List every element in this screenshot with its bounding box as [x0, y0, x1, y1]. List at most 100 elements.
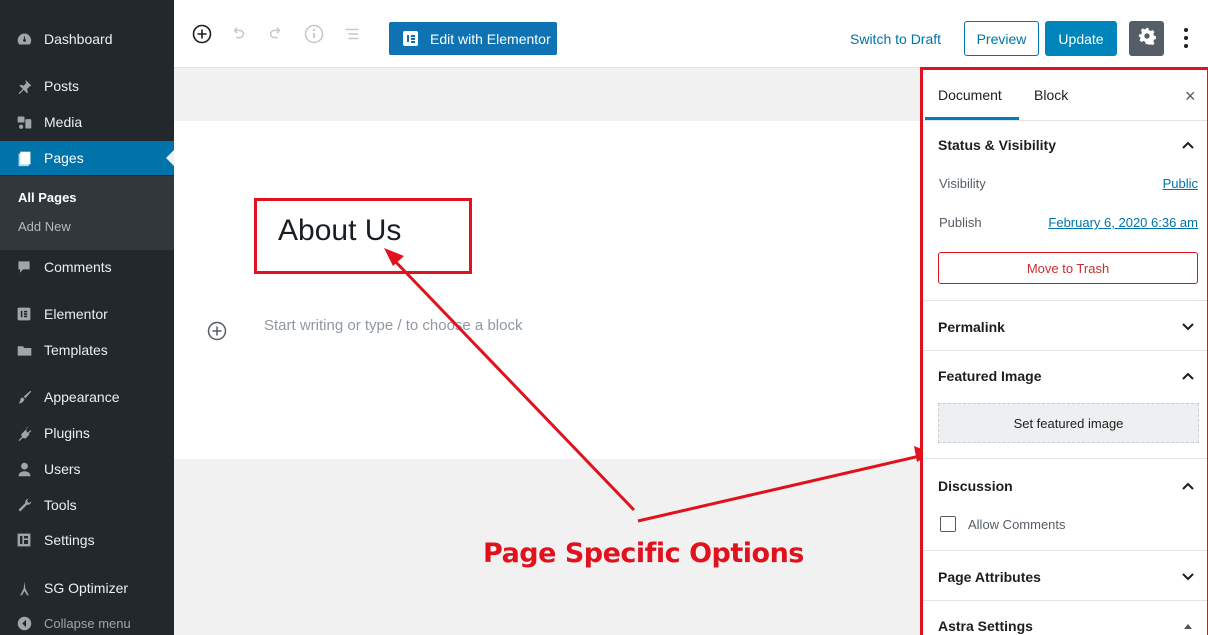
sidebar-item-settings[interactable]: Settings — [0, 523, 174, 557]
chevron-down-icon[interactable] — [1181, 320, 1195, 334]
submenu-add-new[interactable]: Add New — [18, 219, 71, 234]
sidebar-item-label: Pages — [44, 150, 84, 166]
divider — [923, 458, 1208, 459]
close-icon[interactable]: × — [1185, 86, 1196, 107]
status-visibility-title[interactable]: Status & Visibility — [938, 137, 1056, 153]
add-block-icon[interactable] — [192, 24, 212, 44]
sidebar-item-sg-optimizer[interactable]: SG Optimizer — [0, 571, 174, 605]
sidebar-item-comments[interactable]: Comments — [0, 250, 174, 284]
collapse-menu-label: Collapse menu — [44, 615, 131, 631]
sidebar-item-label: Dashboard — [44, 31, 113, 47]
sidebar-item-label: Comments — [44, 259, 112, 275]
collapse-menu-button[interactable]: Collapse menu — [0, 606, 174, 635]
set-featured-image-button[interactable]: Set featured image — [938, 403, 1199, 443]
move-to-trash-label: Move to Trash — [1026, 260, 1110, 276]
preview-button[interactable]: Preview — [964, 21, 1039, 56]
sidebar-item-appearance[interactable]: Appearance — [0, 380, 174, 414]
paintbrush-icon — [14, 387, 34, 407]
pin-icon — [14, 76, 34, 96]
media-icon — [14, 112, 34, 132]
visibility-link[interactable]: Public — [1163, 176, 1198, 191]
submenu-all-pages[interactable]: All Pages — [18, 190, 77, 205]
comment-icon — [14, 257, 34, 277]
pages-submenu: All Pages Add New — [0, 176, 174, 250]
allow-comments-label: Allow Comments — [968, 517, 1066, 532]
sidebar-item-label: Appearance — [44, 389, 120, 405]
discussion-title[interactable]: Discussion — [938, 478, 1013, 494]
sidebar-item-templates[interactable]: Templates — [0, 333, 174, 367]
update-button[interactable]: Update — [1045, 21, 1117, 56]
tab-block[interactable]: Block — [1034, 87, 1068, 103]
sidebar-item-users[interactable]: Users — [0, 452, 174, 486]
info-icon[interactable] — [304, 24, 324, 44]
edit-with-elementor-button[interactable]: Edit with Elementor — [389, 22, 557, 55]
users-icon — [14, 459, 34, 479]
sidebar-item-label: Templates — [44, 342, 108, 358]
elementor-logo-icon — [403, 31, 418, 46]
edit-with-elementor-label: Edit with Elementor — [430, 30, 551, 47]
astra-settings-title[interactable]: Astra Settings — [938, 618, 1033, 634]
chevron-down-icon[interactable] — [1181, 570, 1195, 584]
sidebar-item-plugins[interactable]: Plugins — [0, 416, 174, 450]
settings-icon — [14, 530, 34, 550]
visibility-label: Visibility — [939, 176, 986, 191]
pages-icon — [14, 148, 34, 168]
publish-label: Publish — [939, 215, 982, 230]
sidebar-item-elementor[interactable]: Elementor — [0, 297, 174, 331]
annotation-label: Page Specific Options — [483, 538, 804, 569]
admin-sidebar: Dashboard Posts Media Pages All Pages Ad… — [0, 0, 174, 635]
document-settings-panel: Document Block × Status & Visibility Vis… — [923, 70, 1208, 635]
set-featured-image-label: Set featured image — [1013, 415, 1124, 431]
tab-document[interactable]: Document — [938, 87, 1002, 103]
redo-icon[interactable] — [266, 24, 286, 44]
featured-image-title[interactable]: Featured Image — [938, 368, 1041, 384]
add-block-inline-icon[interactable] — [206, 320, 228, 342]
chevron-up-icon[interactable] — [1181, 479, 1195, 493]
editor-toolbar: Edit with Elementor Switch to Draft Prev… — [174, 0, 1208, 68]
sidebar-item-dashboard[interactable]: Dashboard — [0, 22, 174, 56]
update-label: Update — [1058, 30, 1104, 47]
preview-label: Preview — [976, 30, 1027, 47]
chevron-up-icon[interactable] — [1181, 369, 1195, 383]
gear-icon — [1138, 27, 1156, 50]
more-options-icon[interactable] — [1178, 25, 1194, 51]
sidebar-item-label: Settings — [44, 532, 95, 548]
folder-icon — [14, 340, 34, 360]
plug-icon — [14, 423, 34, 443]
divider — [923, 550, 1208, 551]
move-to-trash-button[interactable]: Move to Trash — [938, 252, 1198, 284]
sidebar-item-posts[interactable]: Posts — [0, 69, 174, 103]
editor-canvas-header — [174, 68, 920, 121]
caret-up-icon[interactable] — [1181, 619, 1195, 633]
sidebar-item-label: Media — [44, 114, 83, 130]
sidebar-item-pages[interactable]: Pages — [0, 141, 174, 175]
collapse-arrow-icon — [14, 613, 34, 633]
tower-icon — [14, 578, 34, 598]
block-placeholder[interactable]: Start writing or type / to choose a bloc… — [264, 317, 522, 334]
chevron-up-icon[interactable] — [1181, 138, 1195, 152]
elementor-icon — [14, 304, 34, 324]
sidebar-item-label: Plugins — [44, 425, 90, 441]
divider — [923, 300, 1208, 301]
sidebar-item-label: Elementor — [44, 306, 108, 322]
sidebar-item-tools[interactable]: Tools — [0, 488, 174, 522]
publish-date-link[interactable]: February 6, 2020 6:36 am — [1048, 215, 1198, 230]
wrench-icon — [14, 495, 34, 515]
allow-comments-checkbox[interactable] — [940, 516, 956, 532]
permalink-title[interactable]: Permalink — [938, 319, 1005, 335]
dashboard-icon — [14, 29, 34, 49]
sidebar-item-label: Posts — [44, 78, 80, 94]
sidebar-item-label: Users — [44, 461, 81, 477]
switch-to-draft-button[interactable]: Switch to Draft — [850, 31, 941, 47]
settings-toggle-button[interactable] — [1129, 21, 1164, 56]
divider — [923, 350, 1208, 351]
outline-icon[interactable] — [342, 24, 362, 44]
divider — [923, 120, 1208, 121]
sidebar-item-media[interactable]: Media — [0, 105, 174, 139]
title-highlight-box — [254, 198, 472, 274]
sidebar-item-label: Tools — [44, 497, 77, 513]
undo-icon[interactable] — [228, 24, 248, 44]
divider — [923, 600, 1208, 601]
sidebar-item-label: SG Optimizer — [44, 580, 129, 596]
page-attributes-title[interactable]: Page Attributes — [938, 569, 1041, 585]
